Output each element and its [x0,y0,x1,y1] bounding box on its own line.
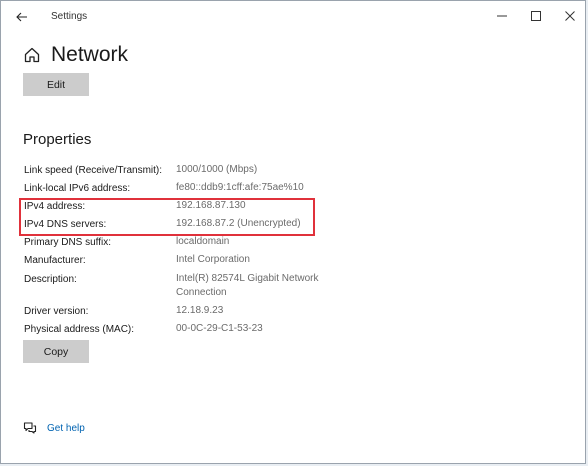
prop-value-dns-suffix: localdomain [176,236,230,247]
close-icon [565,11,575,21]
prop-value-ipv6: fe80::ddb9:1cff:afe:75ae%10 [176,182,304,193]
prop-value-link-speed: 1000/1000 (Mbps) [176,164,258,175]
settings-window: Settings Network Edit Properties Link sp… [0,0,586,464]
prop-value-manufacturer: Intel Corporation [176,254,250,265]
properties-heading: Properties [23,131,92,148]
prop-value-dns: 192.168.87.2 (Unencrypted) [176,218,301,229]
prop-label-manufacturer: Manufacturer: [24,255,86,266]
get-help-link[interactable]: Get help [47,423,85,434]
close-button[interactable] [553,5,587,27]
minimize-icon [497,11,507,21]
prop-value-description: Intel(R) 82574L Gigabit Network [176,273,319,284]
prop-value-description-line2: Connection [176,287,227,298]
prop-label-dns-suffix: Primary DNS suffix: [24,237,112,248]
prop-label-ipv6: Link-local IPv6 address: [24,183,131,194]
prop-label-mac: Physical address (MAC): [24,324,135,335]
page-title: Network [51,43,129,66]
help-chat-icon [23,421,37,435]
prop-value-ipv4: 192.168.87.130 [176,200,246,211]
prop-label-driver: Driver version: [24,306,89,317]
prop-label-ipv4: IPv4 address: [24,201,86,212]
get-help[interactable]: Get help [23,421,85,435]
maximize-icon [531,11,541,21]
prop-label-link-speed: Link speed (Receive/Transmit): [24,165,163,176]
back-arrow-icon [16,12,28,22]
title-bar: Settings [1,1,585,33]
back-button[interactable] [11,7,33,27]
page-header: Network [23,43,128,67]
copy-button[interactable]: Copy [23,340,89,363]
prop-value-driver: 12.18.9.23 [176,305,224,316]
maximize-button[interactable] [519,5,553,27]
prop-label-dns: IPv4 DNS servers: [24,219,107,230]
window-title: Settings [51,11,88,22]
prop-value-mac: 00-0C-29-C1-53-23 [176,323,263,334]
home-icon [23,46,41,64]
minimize-button[interactable] [485,5,519,27]
edit-button[interactable]: Edit [23,73,89,96]
prop-label-description: Description: [24,274,77,285]
